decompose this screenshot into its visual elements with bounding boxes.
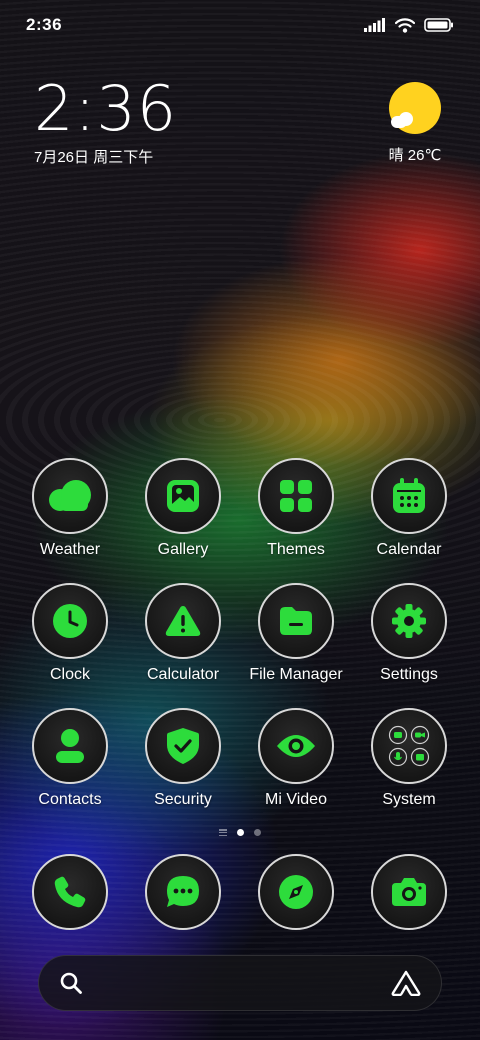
security-icon bbox=[167, 728, 199, 764]
app-settings[interactable]: Settings bbox=[354, 583, 464, 684]
page-dot-active bbox=[237, 829, 244, 836]
app-label: Calendar bbox=[376, 541, 442, 558]
battery-icon bbox=[424, 18, 453, 32]
widget-time: 2:36 bbox=[34, 72, 178, 145]
signal-icon bbox=[364, 18, 385, 32]
dock-messages[interactable] bbox=[128, 854, 238, 930]
file-manager-icon bbox=[280, 607, 312, 635]
app-label: Contacts bbox=[38, 791, 102, 808]
app-file-manager[interactable]: File Manager bbox=[241, 583, 351, 684]
app-system-folder[interactable]: System bbox=[354, 708, 464, 809]
page-list-icon bbox=[219, 829, 227, 836]
app-label: Gallery bbox=[157, 541, 209, 558]
app-label: Mi Video bbox=[265, 791, 327, 808]
contacts-icon bbox=[56, 729, 84, 763]
phone-icon bbox=[54, 876, 86, 908]
status-bar: 2:36 bbox=[0, 0, 480, 50]
app-security[interactable]: Security bbox=[128, 708, 238, 809]
clock-widget[interactable]: 2:36 7月26日 周三下午 bbox=[34, 78, 177, 167]
app-themes[interactable]: Themes bbox=[241, 458, 351, 559]
page-indicator[interactable] bbox=[0, 829, 480, 836]
app-calendar[interactable]: Calendar bbox=[354, 458, 464, 559]
clock-icon bbox=[53, 604, 87, 638]
weather-icon bbox=[49, 480, 91, 511]
app-clock[interactable]: Clock bbox=[15, 583, 125, 684]
dock-browser[interactable] bbox=[241, 854, 351, 930]
status-icons bbox=[364, 17, 454, 33]
calculator-icon bbox=[165, 606, 201, 636]
app-label: Clock bbox=[49, 666, 90, 683]
search-icon[interactable] bbox=[59, 971, 83, 995]
app-label: Security bbox=[154, 791, 212, 808]
system-folder-icon bbox=[388, 725, 430, 767]
app-calculator[interactable]: Calculator bbox=[128, 583, 238, 684]
widget-date: 7月26日 周三下午 bbox=[34, 149, 154, 166]
dock-camera[interactable] bbox=[354, 854, 464, 930]
sunny-cloud-icon bbox=[389, 82, 441, 134]
app-label: System bbox=[382, 791, 436, 808]
app-label: Weather bbox=[39, 541, 101, 558]
mi-video-icon bbox=[277, 735, 315, 757]
themes-icon bbox=[280, 480, 312, 512]
app-contacts[interactable]: Contacts bbox=[15, 708, 125, 809]
weather-widget[interactable]: 晴 26℃ bbox=[384, 82, 446, 165]
wifi-icon bbox=[395, 17, 415, 33]
app-gallery[interactable]: Gallery bbox=[128, 458, 238, 559]
assistant-icon[interactable] bbox=[391, 970, 421, 996]
weather-text: 晴 26℃ bbox=[388, 147, 442, 164]
search-bar[interactable] bbox=[38, 955, 442, 1011]
dock-phone[interactable] bbox=[15, 854, 125, 930]
browser-icon bbox=[279, 875, 313, 909]
app-mi-video[interactable]: Mi Video bbox=[241, 708, 351, 809]
page-dot bbox=[254, 829, 261, 836]
app-label: Settings bbox=[380, 666, 438, 683]
gallery-icon bbox=[167, 480, 199, 512]
calendar-icon bbox=[393, 478, 425, 513]
app-label: File Manager bbox=[249, 666, 343, 683]
app-label: Themes bbox=[267, 541, 325, 558]
settings-icon bbox=[392, 604, 426, 638]
messages-icon bbox=[167, 876, 199, 907]
app-weather[interactable]: Weather bbox=[15, 458, 125, 559]
status-time: 2:36 bbox=[26, 15, 63, 34]
app-label: Calculator bbox=[146, 666, 220, 683]
camera-icon bbox=[392, 878, 426, 906]
